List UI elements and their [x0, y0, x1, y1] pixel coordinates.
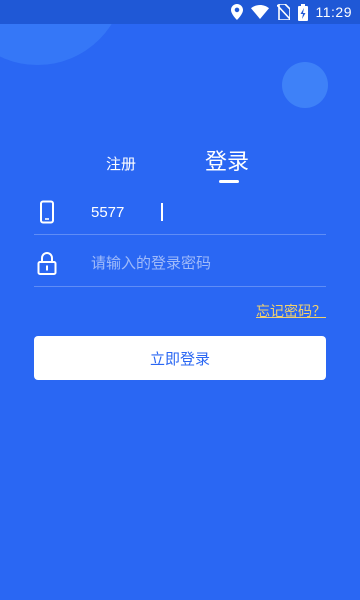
no-sim-icon	[276, 4, 290, 20]
password-row	[34, 240, 326, 287]
status-bar: 11:29	[0, 0, 360, 24]
phone-icon	[37, 200, 57, 224]
wifi-icon	[250, 5, 269, 19]
decorative-bubble-small	[282, 62, 328, 108]
status-time: 11:29	[315, 4, 352, 20]
forgot-password-link[interactable]: 忘记密码？	[256, 301, 326, 321]
login-screen: 11:29 注册 登录 忘记密码？ 立即登录	[0, 0, 360, 600]
battery-icon	[297, 3, 308, 21]
password-input[interactable]	[91, 250, 326, 276]
tab-login[interactable]: 登录	[205, 144, 249, 176]
text-cursor	[161, 203, 163, 221]
location-icon	[230, 4, 243, 20]
active-tab-indicator	[219, 180, 239, 183]
phone-input[interactable]	[91, 199, 326, 225]
tab-register[interactable]: 注册	[106, 153, 136, 174]
phone-row	[34, 190, 326, 235]
lock-icon	[37, 251, 57, 275]
status-icons: 11:29	[230, 3, 353, 21]
login-button[interactable]: 立即登录	[34, 336, 326, 380]
